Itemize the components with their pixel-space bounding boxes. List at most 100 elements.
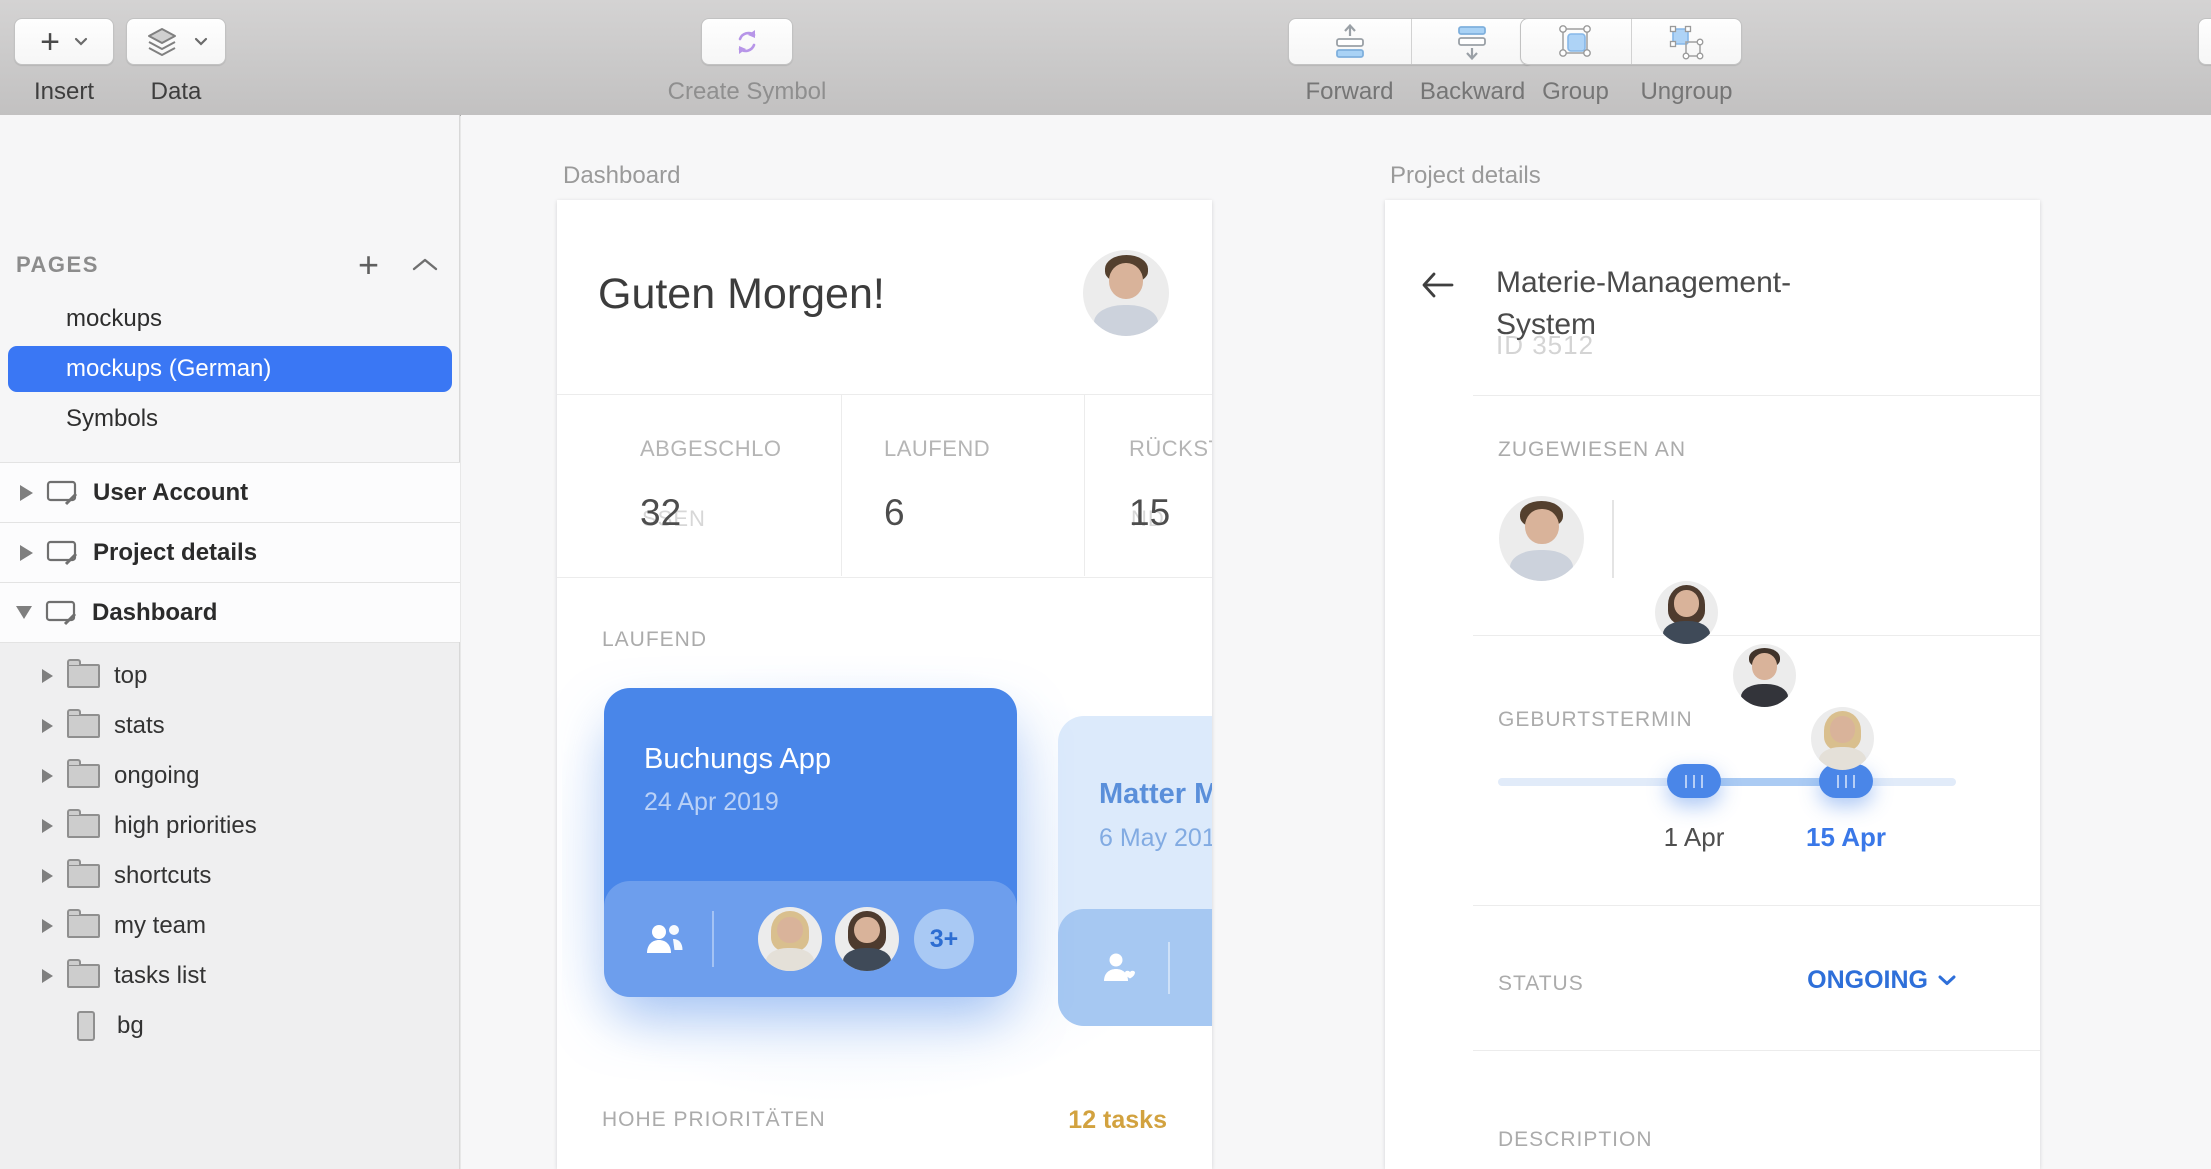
layer-row-ongoing[interactable]: ongoing xyxy=(0,751,460,801)
back-arrow-icon[interactable] xyxy=(1421,272,1455,298)
project-title-line2: System xyxy=(1496,308,1596,342)
forward-button[interactable] xyxy=(1289,19,1411,64)
create-symbol-label: Create Symbol xyxy=(640,78,854,106)
layer-row-high-priorities[interactable]: high priorities xyxy=(0,801,460,851)
layer-row-top[interactable]: top xyxy=(0,651,460,701)
disclosure-triangle-icon[interactable] xyxy=(42,769,53,783)
disclosure-triangle-icon[interactable] xyxy=(42,869,53,883)
layer-label: high priorities xyxy=(114,812,257,840)
card-title: Buchungs App xyxy=(644,743,831,776)
create-symbol-button[interactable] xyxy=(701,18,793,65)
sidebar: PAGES + mockups mockups (German) Symbols… xyxy=(0,115,460,1169)
layer-row-my-team[interactable]: my team xyxy=(0,901,460,951)
page-item-symbols[interactable]: Symbols xyxy=(0,396,460,442)
chevron-down-icon xyxy=(1938,975,1956,986)
disclosure-triangle-icon[interactable] xyxy=(42,669,53,683)
artboard-title-project-details[interactable]: Project details xyxy=(1390,162,1541,190)
card-title: Matter M xyxy=(1099,778,1212,811)
stat-value-overdue: 15 xyxy=(1129,492,1170,534)
data-button[interactable] xyxy=(126,18,226,65)
status-label: STATUS xyxy=(1498,972,1584,996)
page-item-mockups-german[interactable]: mockups (German) xyxy=(8,346,452,392)
stat-label-completed: ABGESCHLO xyxy=(640,436,781,462)
disclosure-triangle-icon[interactable] xyxy=(42,969,53,983)
assignee-divider xyxy=(1612,500,1614,578)
assignee-avatar[interactable] xyxy=(1655,581,1718,644)
assignee-avatar[interactable] xyxy=(1733,644,1796,707)
assignee-avatar[interactable] xyxy=(1811,707,1874,770)
disclosure-triangle-icon[interactable] xyxy=(20,485,33,501)
project-details-artboard[interactable]: Materie-Management- System ID 3512 ZUGEW… xyxy=(1385,200,2040,1169)
member-avatar[interactable] xyxy=(758,907,822,971)
layer-row-dashboard[interactable]: Dashboard xyxy=(0,582,460,642)
page-label: mockups xyxy=(66,305,162,333)
description-label: DESCRIPTION xyxy=(1498,1128,1653,1152)
layer-label: User Account xyxy=(93,479,248,507)
add-page-icon[interactable]: + xyxy=(358,244,379,286)
two-people-icon xyxy=(644,920,690,958)
folder-icon xyxy=(67,964,100,988)
person-heart-icon xyxy=(1100,951,1138,985)
disclosure-triangle-icon[interactable] xyxy=(16,606,32,619)
backward-button[interactable] xyxy=(1411,19,1534,64)
insert-label: Insert xyxy=(14,78,114,106)
rectangle-layer-icon xyxy=(77,1011,95,1041)
layer-label: ongoing xyxy=(114,762,199,790)
project-card-matter[interactable]: Matter M 6 May 201 xyxy=(1058,716,1212,1026)
layer-row-shortcuts[interactable]: shortcuts xyxy=(0,851,460,901)
page-label: Symbols xyxy=(66,405,158,433)
disclosure-triangle-icon[interactable] xyxy=(42,719,53,733)
user-avatar[interactable] xyxy=(1083,250,1169,336)
grip-icon xyxy=(1837,775,1855,788)
folder-icon xyxy=(67,764,100,788)
layer-label: shortcuts xyxy=(114,862,211,890)
group-button[interactable] xyxy=(1521,19,1631,64)
toolbar: + Insert Data Create Symbol xyxy=(0,0,2211,116)
card-date: 6 May 201 xyxy=(1099,824,1212,853)
toolbar-partial-button[interactable] xyxy=(2198,18,2211,65)
page-label: mockups (German) xyxy=(66,355,271,383)
member-avatar[interactable] xyxy=(835,907,899,971)
layer-row-bg[interactable]: bg xyxy=(0,1001,460,1051)
disclosure-triangle-icon[interactable] xyxy=(20,545,33,561)
artboard-title-dashboard[interactable]: Dashboard xyxy=(563,162,680,190)
stats-row xyxy=(557,394,1212,578)
move-forward-icon xyxy=(1328,22,1372,62)
page-item-mockups[interactable]: mockups xyxy=(0,296,460,342)
disclosure-triangle-icon[interactable] xyxy=(42,919,53,933)
assigned-label: ZUGEWIESEN AN xyxy=(1498,438,1686,462)
project-card-buchungs[interactable]: Buchungs App 24 Apr 2019 3+ xyxy=(604,688,1017,997)
stat-value-completed: 32 xyxy=(640,492,681,534)
layer-stack-icon xyxy=(144,27,180,57)
section-divider xyxy=(1473,905,2040,906)
status-dropdown[interactable]: ONGOING xyxy=(1807,966,1956,995)
priorities-count[interactable]: 12 tasks xyxy=(1068,1106,1167,1135)
card-footer xyxy=(1058,909,1212,1026)
layer-row-project-details[interactable]: Project details xyxy=(0,522,460,582)
layer-row-stats[interactable]: stats xyxy=(0,701,460,751)
assignee-avatar-primary[interactable] xyxy=(1499,496,1584,581)
chevron-down-icon xyxy=(194,37,208,46)
folder-icon xyxy=(67,914,100,938)
artboard-icon xyxy=(45,478,81,508)
date-slider-handle-start[interactable] xyxy=(1667,764,1721,798)
grip-icon xyxy=(1685,775,1703,788)
section-label-priorities: HOHE PRIORITÄTEN xyxy=(602,1108,826,1132)
artboard-icon xyxy=(45,538,81,568)
section-divider xyxy=(1473,1050,2040,1051)
disclosure-triangle-icon[interactable] xyxy=(42,819,53,833)
layer-row-tasks-list[interactable]: tasks list xyxy=(0,951,460,1001)
ungroup-label: Ungroup xyxy=(1631,78,1742,106)
stat-value-ongoing: 6 xyxy=(884,492,905,534)
dashboard-artboard[interactable]: Guten Morgen! ABGESCHLO SSEN 32 LAUFEND … xyxy=(557,200,1212,1169)
app-window: + Insert Data Create Symbol xyxy=(0,0,2211,1169)
ungroup-button[interactable] xyxy=(1631,19,1742,64)
section-divider xyxy=(1473,395,2040,396)
layer-row-user-account[interactable]: User Account xyxy=(0,462,460,522)
cycle-arrows-icon xyxy=(727,22,767,62)
move-backward-icon xyxy=(1450,22,1494,62)
more-members-badge[interactable]: 3+ xyxy=(914,909,974,969)
insert-button[interactable]: + xyxy=(14,18,114,65)
folder-icon xyxy=(67,864,100,888)
chevron-up-icon[interactable] xyxy=(410,256,440,274)
